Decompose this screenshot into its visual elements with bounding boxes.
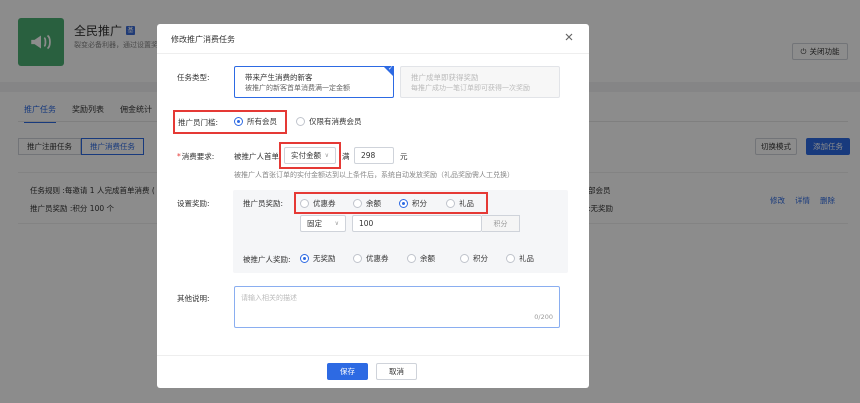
radio-invitee-points[interactable]: 积分 — [460, 253, 506, 264]
radio-dot — [234, 117, 243, 126]
radio-label: 余额 — [366, 199, 381, 208]
radio-all-members[interactable]: 所有会员 — [234, 116, 277, 127]
reward-label: 设置奖励: — [177, 199, 210, 208]
radio-invitee-none[interactable]: 无奖励 — [300, 253, 353, 264]
promoter-reward-label: 推广员奖励: — [243, 199, 284, 208]
type-card-desc: 被推广的新客首单消费满一定金额 — [245, 84, 350, 92]
select-value: 固定 — [307, 219, 322, 228]
consume-type-select[interactable]: 实付金额 ∨ — [284, 147, 336, 164]
type-card-new-customer[interactable]: 带来产生消费的新客 被推广的新客首单消费满一定金额 ✓ — [234, 65, 394, 98]
chevron-down-icon: ∨ — [334, 220, 339, 227]
radio-invitee-gift[interactable]: 礼品 — [506, 253, 534, 264]
radio-label: 所有会员 — [247, 117, 277, 126]
consume-prefix: 被推广人首单 — [234, 152, 279, 161]
close-icon[interactable] — [563, 31, 575, 43]
consume-amount-input[interactable]: 298 — [354, 147, 394, 164]
radio-label: 礼品 — [459, 199, 474, 208]
note-textarea[interactable]: 请输入相关的描述 0/200 — [234, 286, 560, 328]
consume-mid: 满 — [342, 152, 350, 161]
radio-label: 余额 — [420, 254, 435, 263]
task-type-label: 任务类型: — [177, 73, 210, 82]
consume-unit: 元 — [400, 152, 408, 161]
consume-hint: 被推广人首张订单的实付金额达到以上条件后，系统自动发放奖励（礼品奖励需人工兑换） — [234, 171, 514, 179]
radio-label: 礼品 — [519, 254, 534, 263]
type-card-desc: 每推广成功一笔订单即可获得一次奖励 — [411, 84, 530, 92]
points-value-input[interactable]: 100 — [352, 215, 482, 232]
note-label: 其他说明: — [177, 294, 210, 303]
type-card-title: 推广成单即获得奖励 — [411, 73, 479, 82]
radio-promoter-gift[interactable]: 礼品 — [446, 198, 474, 209]
promoter-reward-options: 优惠券 余额 积分 礼品 — [300, 198, 474, 209]
radio-label: 无奖励 — [313, 254, 336, 263]
radio-invitee-coupon[interactable]: 优惠券 — [353, 253, 407, 264]
threshold-options-2: 仅限有消费会员 — [296, 116, 362, 127]
radio-dot — [353, 199, 362, 208]
modal-footer-divider — [157, 355, 589, 356]
modal-header: 修改推广消费任务 — [157, 24, 589, 54]
type-card-title: 带来产生消费的新客 — [245, 73, 313, 82]
radio-dot — [353, 254, 362, 263]
radio-dot — [506, 254, 515, 263]
radio-dot — [300, 254, 309, 263]
invitee-reward-options: 无奖励 优惠券 余额 积分 礼品 — [300, 253, 534, 264]
radio-dot — [407, 254, 416, 263]
radio-dot — [399, 199, 408, 208]
radio-label: 积分 — [473, 254, 488, 263]
type-card-per-order: 推广成单即获得奖励 每推广成功一笔订单即可获得一次奖励 — [400, 66, 560, 98]
radio-dot — [446, 199, 455, 208]
radio-promoter-points[interactable]: 积分 — [399, 198, 446, 209]
select-value: 实付金额 — [291, 151, 321, 160]
threshold-options: 所有会员 — [234, 116, 277, 127]
threshold-label: 推广员门槛: — [178, 118, 219, 127]
consume-label: *消费要求: — [177, 152, 215, 161]
radio-promoter-coupon[interactable]: 优惠券 — [300, 198, 353, 209]
chevron-down-icon: ∨ — [324, 152, 329, 159]
radio-promoter-balance[interactable]: 余额 — [353, 198, 399, 209]
points-unit-addon: 积分 — [482, 215, 520, 232]
radio-dot — [296, 117, 305, 126]
note-char-count: 0/200 — [534, 313, 553, 321]
radio-consumed-members[interactable]: 仅限有消费会员 — [296, 116, 362, 127]
invitee-reward-label: 被推广人奖励: — [243, 255, 291, 264]
radio-dot — [300, 199, 309, 208]
radio-label: 优惠券 — [313, 199, 336, 208]
radio-label: 优惠券 — [366, 254, 389, 263]
save-button[interactable]: 保存 — [327, 363, 368, 380]
radio-label: 仅限有消费会员 — [309, 117, 362, 126]
radio-dot — [460, 254, 469, 263]
radio-label: 积分 — [412, 199, 427, 208]
note-placeholder: 请输入相关的描述 — [241, 294, 297, 302]
points-mode-select[interactable]: 固定 ∨ — [300, 215, 346, 232]
consume-label-text: 消费要求: — [181, 152, 215, 161]
modal-title: 修改推广消费任务 — [171, 35, 235, 44]
cancel-button[interactable]: 取消 — [376, 363, 417, 380]
check-icon: ✓ — [387, 65, 393, 72]
radio-invitee-balance[interactable]: 余额 — [407, 253, 460, 264]
